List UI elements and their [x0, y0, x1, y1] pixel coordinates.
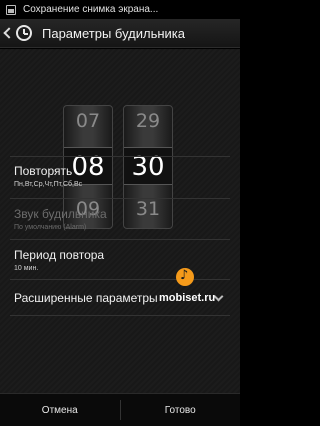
back-icon[interactable] [3, 27, 15, 39]
alarm-sound-title: Звук будильника [14, 207, 107, 221]
snooze-period-setting[interactable]: Период повтора 10 мин. [14, 248, 228, 272]
alarm-clock-icon[interactable] [16, 25, 32, 41]
cancel-button[interactable]: Отмена [0, 394, 120, 426]
status-bar: Сохранение снимка экрана... [0, 0, 240, 19]
repeat-value: Пн,Вт,Ср,Чт,Пт,Сб,Вс [14, 181, 83, 188]
divider [10, 315, 230, 316]
mobiset-logo [176, 268, 194, 286]
divider [10, 279, 230, 280]
snooze-period-title: Период повтора [14, 248, 105, 262]
divider [10, 156, 230, 157]
watermark: mobiset.ru [159, 292, 216, 304]
alarm-sound-setting: Звук будильника По умолчанию (Alarm) [14, 207, 228, 231]
done-button[interactable]: Готово [121, 394, 241, 426]
action-bar: Параметры будильника [0, 19, 240, 48]
divider [10, 239, 230, 240]
repeat-title: Повторять [14, 164, 73, 178]
alarm-sound-value: По умолчанию (Alarm) [14, 224, 87, 231]
divider [10, 198, 230, 199]
snooze-period-value: 10 мин. [14, 265, 39, 272]
minutes-prev-value[interactable]: 29 [124, 110, 172, 132]
page-title: Параметры будильника [42, 25, 185, 41]
repeat-setting[interactable]: Повторять Пн,Вт,Ср,Чт,Пт,Сб,Вс [14, 164, 228, 188]
alarm-settings-content: 07 08 09 29 30 31 Повторять Пн,Вт,Ср,Чт,… [0, 49, 240, 393]
bottom-bar: Отмена Готово [0, 393, 240, 426]
status-notification-text: Сохранение снимка экрана... [23, 4, 159, 15]
hours-prev-value[interactable]: 07 [64, 110, 112, 132]
screenshot-icon [6, 4, 16, 15]
